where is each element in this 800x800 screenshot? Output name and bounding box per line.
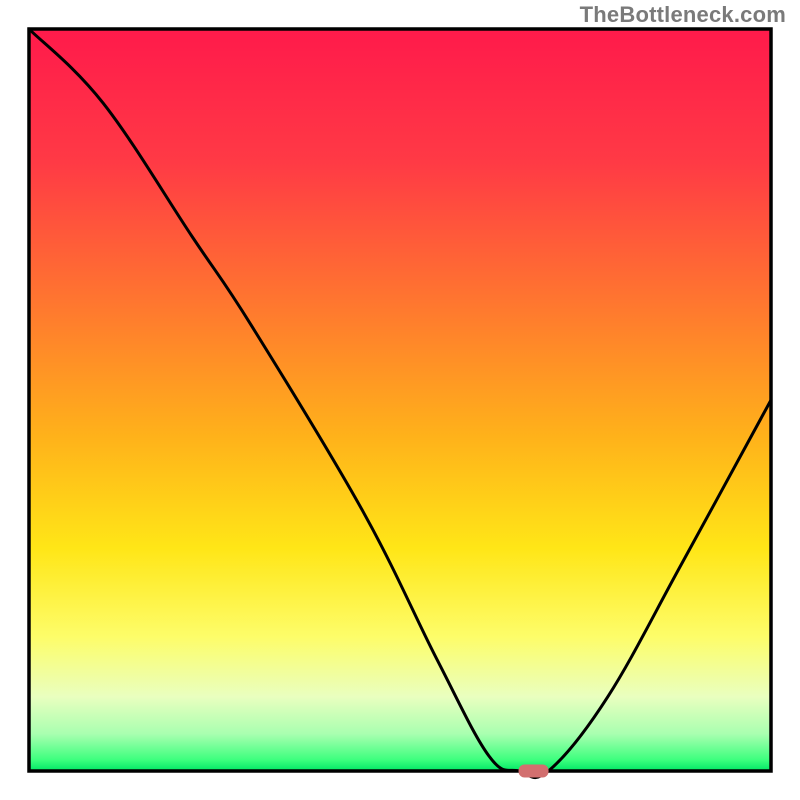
optimal-point-marker [519,765,549,778]
watermark-label: TheBottleneck.com [580,2,786,28]
chart-container: { "watermark": "TheBottleneck.com", "cha… [0,0,800,800]
bottleneck-chart [0,0,800,800]
chart-background-gradient [29,29,771,771]
